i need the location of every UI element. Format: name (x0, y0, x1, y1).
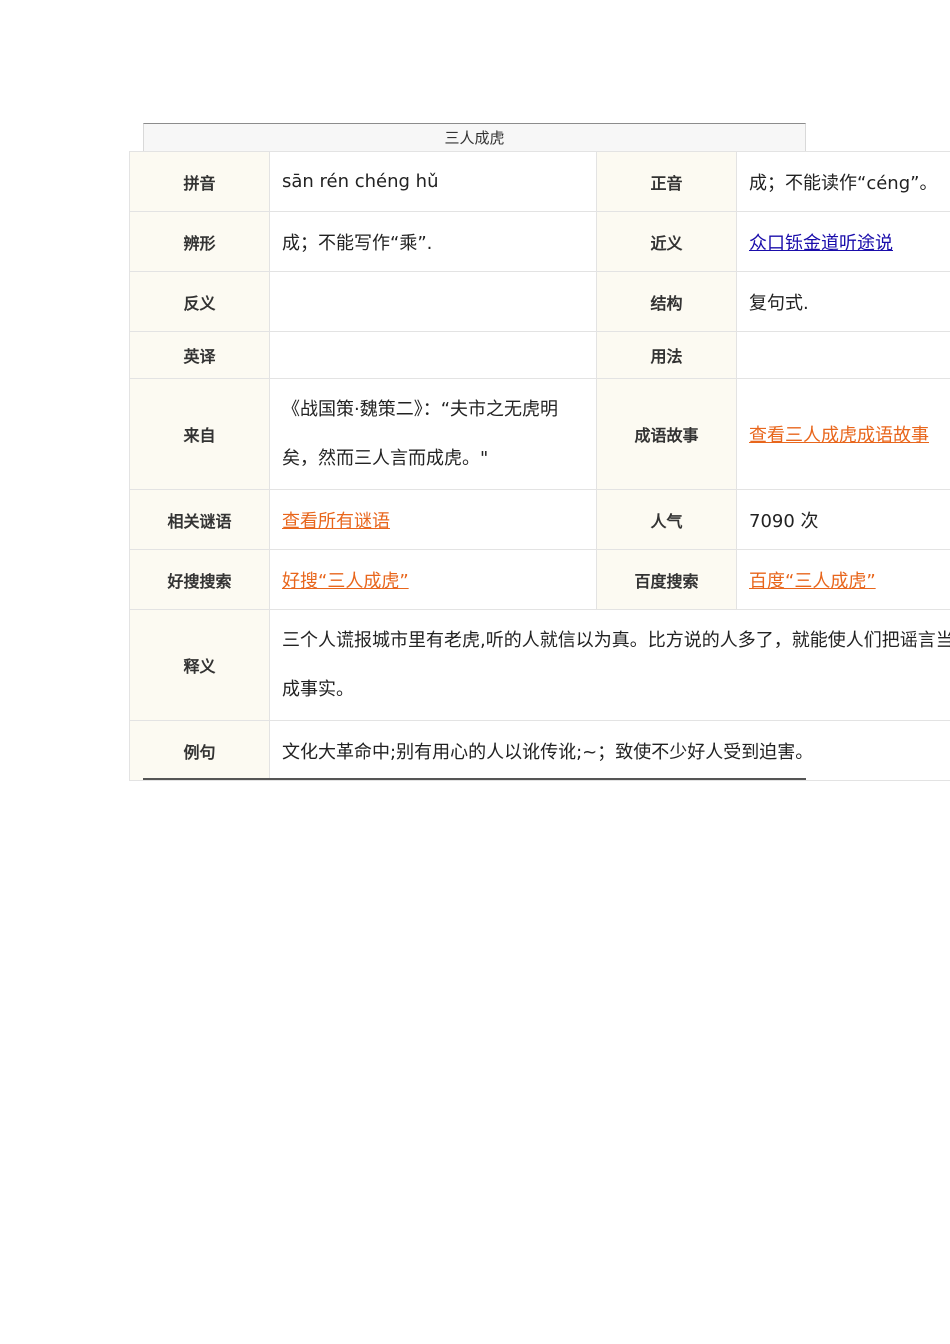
label-yingyi: 英译 (129, 331, 270, 379)
table-row: 例句 文化大革命中;别有用心的人以讹传讹;~；致使不少好人受到迫害。 (129, 720, 950, 781)
value-jinyi: 众口铄金道听途说 (736, 211, 950, 272)
label-miyu: 相关谜语 (129, 489, 270, 550)
label-zhengyin: 正音 (596, 151, 737, 212)
value-baidu: 百度“三人成虎” (736, 549, 950, 610)
haosou-search-link[interactable]: 好搜“三人成虎” (282, 571, 409, 592)
table-row: 拼音 sān rén chéng hǔ 正音 成；不能读作“céng”。 (129, 151, 950, 212)
table-row: 英译 用法 (129, 331, 950, 379)
riddles-link[interactable]: 查看所有谜语 (282, 511, 390, 532)
value-liju: 文化大革命中;别有用心的人以讹传讹;~；致使不少好人受到迫害。 (269, 720, 950, 781)
value-yingyi (269, 331, 597, 379)
table-row: 反义 结构 复句式. (129, 271, 950, 332)
value-shiyi: 三个人谎报城市里有老虎,听的人就信以为真。比方说的人多了，就能使人们把谣言当成事… (269, 609, 950, 721)
table-row: 来自 《战国策·魏策二》：“夫市之无虎明矣，然而三人言而成虎。" 成语故事 查看… (129, 378, 950, 490)
idiom-info-table: 拼音 sān rén chéng hǔ 正音 成；不能读作“céng”。 辨形 … (129, 151, 950, 781)
value-fanyi (269, 271, 597, 332)
label-liju: 例句 (129, 720, 270, 781)
label-shiyi: 释义 (129, 609, 270, 721)
value-yongfa (736, 331, 950, 379)
label-jinyi: 近义 (596, 211, 737, 272)
table-row: 释义 三个人谎报城市里有老虎,听的人就信以为真。比方说的人多了，就能使人们把谣言… (129, 609, 950, 721)
label-gushi: 成语故事 (596, 378, 737, 490)
baidu-search-link[interactable]: 百度“三人成虎” (749, 571, 876, 592)
label-baidu: 百度搜索 (596, 549, 737, 610)
value-miyu: 查看所有谜语 (269, 489, 597, 550)
table-row: 相关谜语 查看所有谜语 人气 7090 次 (129, 489, 950, 550)
label-renqi: 人气 (596, 489, 737, 550)
label-haosou: 好搜搜索 (129, 549, 270, 610)
label-laizi: 来自 (129, 378, 270, 490)
value-gushi: 查看三人成虎成语故事 (736, 378, 950, 490)
table-row: 辨形 成；不能写作“乘”. 近义 众口铄金道听途说 (129, 211, 950, 272)
label-yongfa: 用法 (596, 331, 737, 379)
value-pinyin: sān rén chéng hǔ (269, 151, 597, 212)
label-jiegou: 结构 (596, 271, 737, 332)
label-bianxing: 辨形 (129, 211, 270, 272)
value-bianxing: 成；不能写作“乘”. (269, 211, 597, 272)
value-renqi: 7090 次 (736, 489, 950, 550)
value-zhengyin: 成；不能读作“céng”。 (736, 151, 950, 212)
value-haosou: 好搜“三人成虎” (269, 549, 597, 610)
synonym-link[interactable]: 众口铄金道听途说 (749, 233, 893, 254)
label-fanyi: 反义 (129, 271, 270, 332)
idiom-story-link[interactable]: 查看三人成虎成语故事 (749, 425, 929, 446)
label-pinyin: 拼音 (129, 151, 270, 212)
value-laizi: 《战国策·魏策二》：“夫市之无虎明矣，然而三人言而成虎。" (269, 378, 597, 490)
table-row: 好搜搜索 好搜“三人成虎” 百度搜索 百度“三人成虎” (129, 549, 950, 610)
bottom-divider (143, 778, 806, 780)
value-jiegou: 复句式. (736, 271, 950, 332)
table-caption: 三人成虎 (143, 123, 806, 151)
document-page: 三人成虎 拼音 sān rén chéng hǔ 正音 成；不能读作“céng”… (0, 0, 950, 1344)
